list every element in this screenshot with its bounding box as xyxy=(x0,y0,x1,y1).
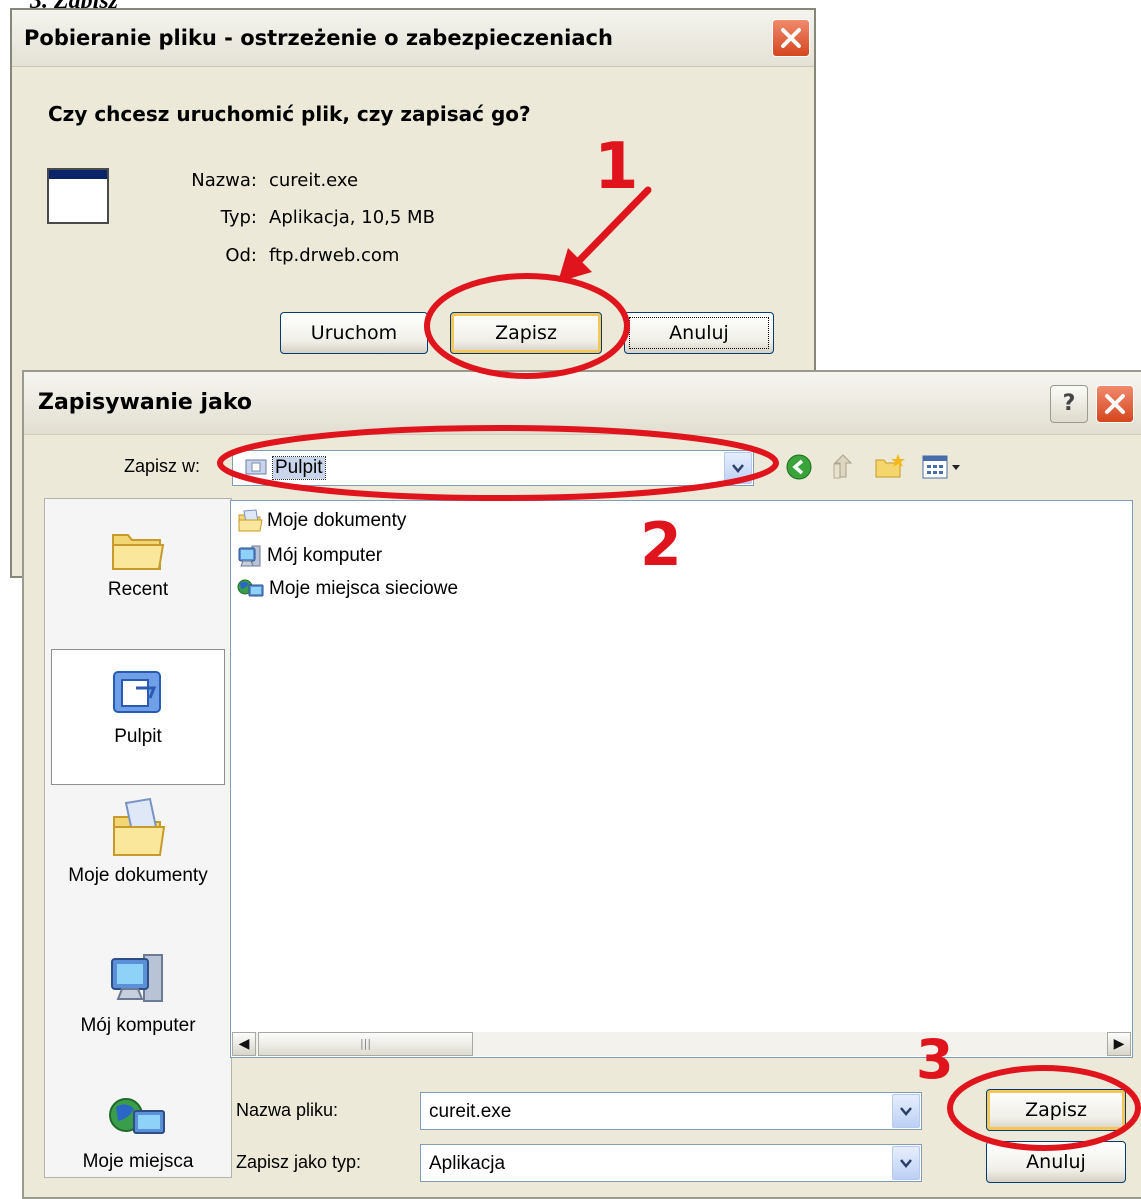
file-list: Moje dokumenty Mój komputer Moje miejsca… xyxy=(230,500,1133,1058)
chevron-right-icon: ▶ xyxy=(1113,1036,1125,1052)
annotation-step-3: 3 xyxy=(916,1028,954,1091)
save-in-label: Zapisz w: xyxy=(124,456,201,476)
filename-input[interactable]: cureit.exe xyxy=(420,1092,922,1130)
place-label: Recent xyxy=(107,579,169,600)
save-in-dropdown[interactable]: Pulpit xyxy=(232,450,754,486)
help-icon: ? xyxy=(1062,391,1076,416)
close-icon xyxy=(781,28,801,48)
list-item[interactable]: Moje dokumenty xyxy=(237,509,406,533)
place-label: Moje dokumenty xyxy=(68,865,208,886)
filename-label: Nazwa pliku: xyxy=(236,1100,339,1120)
desktop-icon xyxy=(113,671,161,713)
type-value: Aplikacja, 10,5 MB xyxy=(269,207,435,228)
type-label: Typ: xyxy=(220,207,257,228)
list-item[interactable]: Mój komputer xyxy=(237,543,382,569)
run-button[interactable]: Uruchom xyxy=(280,312,428,354)
recent-folder-icon xyxy=(112,534,165,570)
close-icon xyxy=(1105,394,1125,414)
application-window-icon xyxy=(47,168,109,224)
chevron-down-icon xyxy=(732,464,744,473)
my-documents-icon xyxy=(238,509,263,532)
dialog-title: Zapisywanie jako xyxy=(38,390,253,415)
close-button[interactable] xyxy=(772,19,810,57)
close-button[interactable] xyxy=(1096,385,1134,423)
place-my-documents[interactable]: Moje dokumenty xyxy=(51,797,225,917)
dropdown-button[interactable] xyxy=(892,1094,920,1128)
annotation-step-2: 2 xyxy=(640,510,682,580)
place-my-computer[interactable]: Mój komputer xyxy=(51,949,225,1069)
filetype-label: Zapisz jako typ: xyxy=(236,1152,362,1172)
name-label: Nazwa: xyxy=(191,170,257,191)
filetype-value: Aplikacja xyxy=(429,1153,506,1174)
place-desktop[interactable]: Pulpit xyxy=(51,649,225,785)
filename-value: cureit.exe xyxy=(429,1101,512,1122)
chevron-down-icon xyxy=(900,1159,912,1168)
network-places-icon xyxy=(109,1098,165,1134)
dialog-title: Pobieranie pliku - ostrzeżenie o zabezpi… xyxy=(24,26,613,50)
dialog-question: Czy chcesz uruchomić plik, czy zapisać g… xyxy=(48,102,531,126)
view-menu-icon[interactable] xyxy=(922,454,964,480)
file-name: Moje dokumenty xyxy=(267,510,407,532)
new-folder-icon[interactable] xyxy=(874,452,906,480)
title-bar: Zapisywanie jako ? xyxy=(24,372,1141,435)
save-in-value: Pulpit xyxy=(272,456,326,480)
network-places-icon xyxy=(237,579,264,597)
file-name: Mój komputer xyxy=(267,545,383,567)
scroll-left-button[interactable]: ◀ xyxy=(232,1032,256,1056)
cancel-button[interactable]: Anuluj xyxy=(624,312,774,354)
dropdown-button[interactable] xyxy=(724,452,752,484)
scroll-thumb[interactable]: ||| xyxy=(258,1032,473,1056)
chevron-left-icon: ◀ xyxy=(238,1036,250,1052)
filetype-dropdown[interactable]: Aplikacja xyxy=(420,1144,922,1182)
file-name: Moje miejsca sieciowe xyxy=(269,578,459,600)
save-as-dialog: Zapisywanie jako ? Zapisz w: Pulpit Rece… xyxy=(22,370,1141,1199)
source-value: ftp.drweb.com xyxy=(269,245,400,266)
my-documents-icon xyxy=(113,797,166,856)
horizontal-scrollbar[interactable]: ◀ ||| ▶ xyxy=(232,1032,1131,1056)
scroll-right-button[interactable]: ▶ xyxy=(1107,1032,1131,1056)
places-bar: Recent Pulpit Moje dokumenty Mój kompute… xyxy=(44,498,232,1178)
place-recent[interactable]: Recent xyxy=(51,525,225,635)
title-bar: Pobieranie pliku - ostrzeżenie o zabezpi… xyxy=(12,10,814,67)
place-label: Moje miejsca xyxy=(82,1151,194,1172)
save-button[interactable]: Zapisz xyxy=(986,1089,1126,1131)
save-button[interactable]: Zapisz xyxy=(450,312,602,354)
cancel-button[interactable]: Anuluj xyxy=(986,1141,1126,1183)
source-label: Od: xyxy=(225,245,257,266)
my-computer-icon xyxy=(111,954,163,1002)
list-item[interactable]: Moje miejsca sieciowe xyxy=(237,577,458,601)
place-network[interactable]: Moje miejsca xyxy=(51,1095,225,1179)
annotation-step-1: 1 xyxy=(594,130,639,204)
place-label: Mój komputer xyxy=(80,1015,196,1036)
back-icon[interactable] xyxy=(786,454,812,480)
desktop-small-icon xyxy=(245,459,267,475)
place-label: Pulpit xyxy=(114,726,162,747)
chevron-down-icon xyxy=(900,1107,912,1116)
dropdown-button[interactable] xyxy=(892,1146,920,1180)
my-computer-icon xyxy=(238,545,261,567)
help-button[interactable]: ? xyxy=(1050,385,1088,423)
name-value: cureit.exe xyxy=(269,170,359,191)
up-folder-icon[interactable] xyxy=(830,452,856,480)
